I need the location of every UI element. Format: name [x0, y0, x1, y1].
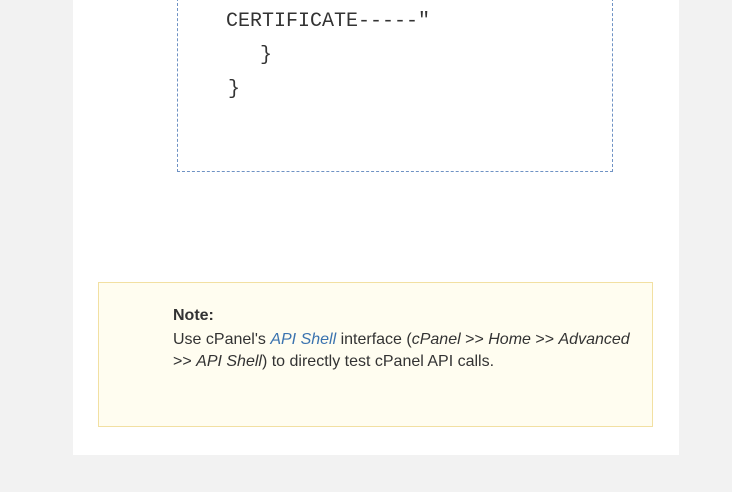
path-separator: >>: [173, 353, 197, 370]
code-line-certificate: CERTIFICATE-----": [226, 10, 431, 33]
code-line-close-brace-outer: }: [228, 78, 241, 101]
code-block: CERTIFICATE-----" } }: [177, 0, 613, 172]
api-shell-link[interactable]: API Shell: [270, 331, 336, 348]
path-api-shell: API Shell: [196, 353, 262, 370]
path-cpanel: cPanel: [411, 331, 461, 348]
path-advanced: Advanced: [558, 331, 630, 348]
right-gutter: [679, 0, 732, 455]
code-line-close-brace-inner: }: [260, 44, 273, 67]
note-text-intro: Use cPanel's: [173, 331, 271, 348]
note-text-interface: interface (: [336, 331, 412, 348]
note-text-outro: ) to directly test cPanel API calls.: [261, 353, 495, 370]
path-home: Home: [488, 331, 531, 348]
note-panel: Note: Use cPanel's API Shell interface (…: [98, 282, 653, 427]
note-body: Use cPanel's API Shell interface (cPanel…: [173, 329, 633, 373]
path-separator: >>: [460, 331, 489, 348]
path-separator: >>: [530, 331, 559, 348]
note-title: Note:: [173, 307, 214, 324]
